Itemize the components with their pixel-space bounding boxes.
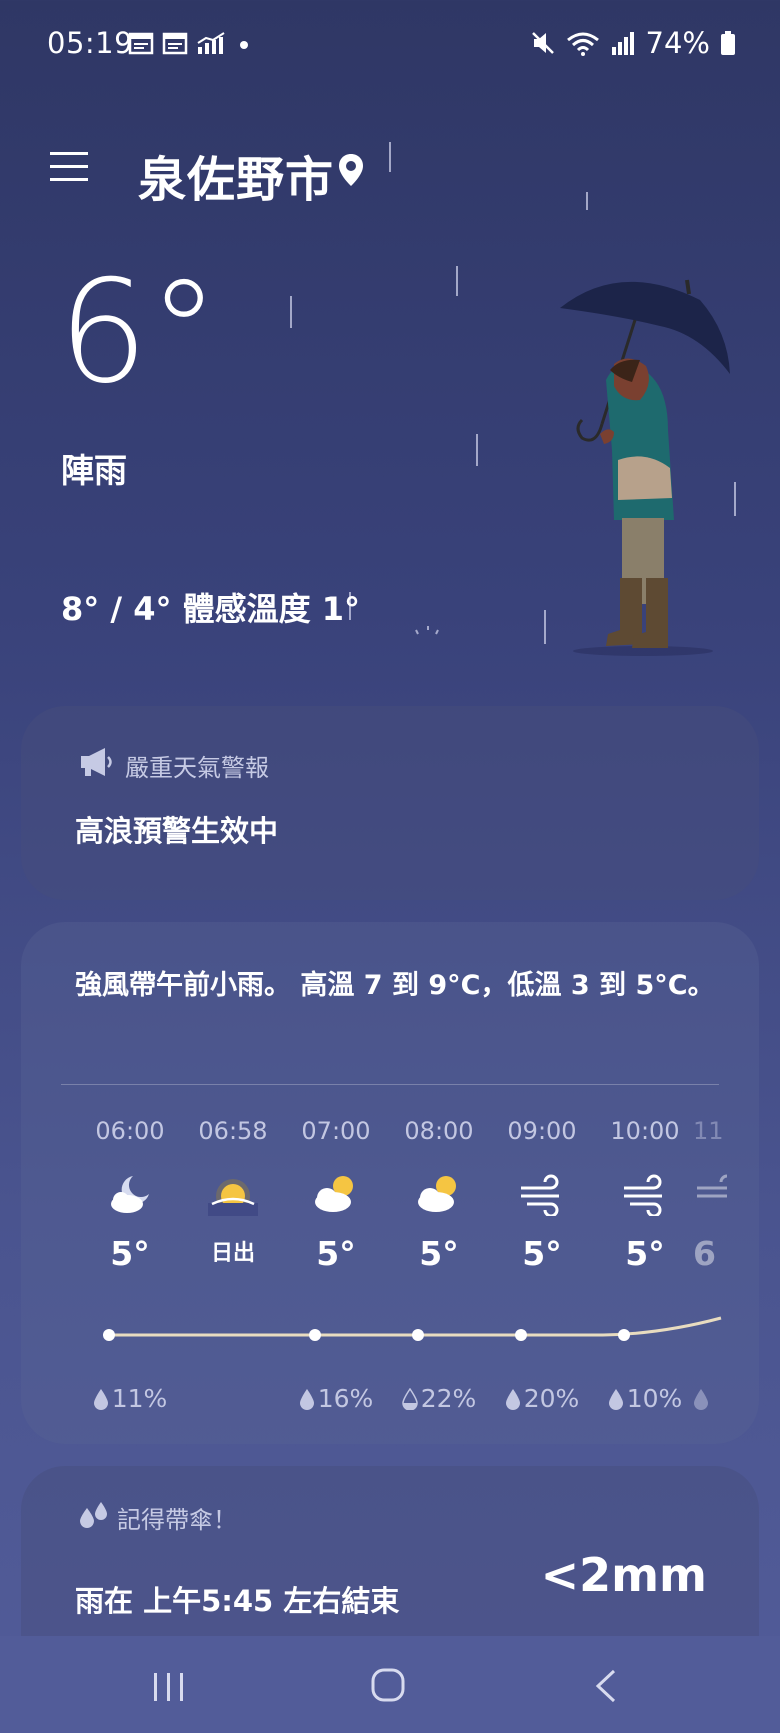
severe-weather-alert-card[interactable]: 嚴重天氣警報 高浪預警生效中 [21, 706, 759, 900]
temperature-trend-line [103, 1316, 722, 1341]
city-title[interactable]: 泉佐野市 [138, 140, 334, 210]
hour-item: 08:00 5° [387, 1114, 491, 1274]
precip-chance: 16% [284, 1384, 388, 1413]
home-icon[interactable] [371, 1668, 405, 1702]
hour-temp: 5° [316, 1234, 356, 1273]
current-temperature: 6° [58, 250, 220, 415]
raindrop-icon [608, 1389, 623, 1410]
signal-icon [611, 32, 634, 55]
temp-point [309, 1329, 321, 1341]
rain-amount: <2mm [540, 1548, 707, 1602]
status-system-icons: 74% [530, 26, 736, 60]
wind-icon [624, 1174, 662, 1216]
hour-time: 07:00 [301, 1117, 371, 1145]
hour-time: 06:58 [198, 1117, 268, 1145]
hourly-forecast-card: 強風帶午前小雨。 高溫 7 到 9°C，低溫 3 到 5°C。 06:00 5°… [21, 922, 759, 1444]
hour-temp: 5° [419, 1234, 459, 1273]
raindrop-icon [505, 1389, 520, 1410]
hour-time: 06:00 [95, 1117, 165, 1145]
raindrop-icon [93, 1389, 108, 1410]
temp-point [103, 1329, 115, 1341]
calendar-icon [162, 32, 188, 55]
status-bar: 05:19 74% [0, 0, 780, 88]
precip-value: 16% [317, 1384, 374, 1413]
hourly-forecast-list[interactable]: 06:00 5° 06:58 日出 07:00 5° 08:00 5° 09:0… [21, 1114, 727, 1414]
hour-item: 11 6 [675, 1114, 727, 1274]
location-pin-icon [339, 154, 363, 186]
back-icon[interactable] [594, 1669, 618, 1703]
partly-cloudy-icon [418, 1176, 456, 1212]
rain-title: 記得帶傘！ [117, 1506, 237, 1534]
raindrop-half-icon [401, 1388, 418, 1410]
stocks-icon [197, 32, 225, 54]
hour-item: 06:58 日出 [181, 1114, 285, 1274]
precip-chance: 22% [387, 1384, 491, 1413]
alert-title: 嚴重天氣警報 [125, 754, 269, 782]
rain-body: 雨在 上午5:45 左右結束 [75, 1584, 400, 1618]
megaphone-icon [81, 748, 112, 776]
precip-value: 10% [626, 1384, 683, 1413]
temp-point [515, 1329, 527, 1341]
navigation-bar [0, 1636, 780, 1733]
raindrop-icon [299, 1389, 314, 1410]
hour-time: 11 [693, 1117, 724, 1145]
hour-temp: 6 [693, 1234, 716, 1273]
hour-item: 09:00 5° [490, 1114, 594, 1274]
hour-temp: 5° [110, 1234, 150, 1273]
wifi-icon [566, 32, 599, 56]
partly-cloudy-icon [315, 1176, 353, 1212]
status-time: 05:19 [47, 26, 134, 60]
hour-item: 07:00 5° [284, 1114, 388, 1274]
hour-temp: 日出 [210, 1241, 255, 1266]
raindrop-icon [694, 1389, 708, 1410]
recents-icon[interactable] [152, 1672, 186, 1702]
battery-icon [721, 31, 735, 55]
precip-value: 11% [111, 1384, 168, 1413]
current-condition: 陣雨 [61, 451, 127, 490]
calendar-icon [128, 32, 154, 55]
status-notification-icons [128, 31, 254, 55]
hour-time: 09:00 [507, 1117, 577, 1145]
dot-icon [240, 41, 248, 49]
temp-point [618, 1329, 630, 1341]
sunrise-icon [208, 1179, 258, 1216]
menu-icon[interactable] [50, 150, 88, 184]
precip-chance: 11% [78, 1384, 182, 1413]
precip-value: 20% [523, 1384, 580, 1413]
forecast-summary: 強風帶午前小雨。 高溫 7 到 9°C，低溫 3 到 5°C。 [75, 970, 715, 1001]
battery-percent: 74% [645, 26, 710, 60]
hour-temp: 5° [522, 1234, 562, 1273]
night-partly-cloudy-icon [111, 1176, 149, 1213]
raindrops-icon [80, 1502, 107, 1528]
precip-chance [675, 1384, 727, 1413]
wind-icon [521, 1174, 559, 1216]
alert-body: 高浪預警生效中 [75, 814, 279, 848]
high-low-feels-like: 8° / 4° 體感溫度 1° [61, 590, 361, 628]
mute-icon [531, 32, 554, 54]
divider [61, 1084, 719, 1085]
precip-chance: 20% [490, 1384, 594, 1413]
hour-time: 08:00 [404, 1117, 474, 1145]
wind-icon [697, 1174, 727, 1198]
temp-point [412, 1329, 424, 1341]
precip-value: 22% [420, 1384, 477, 1413]
hour-item: 06:00 5° [78, 1114, 182, 1274]
